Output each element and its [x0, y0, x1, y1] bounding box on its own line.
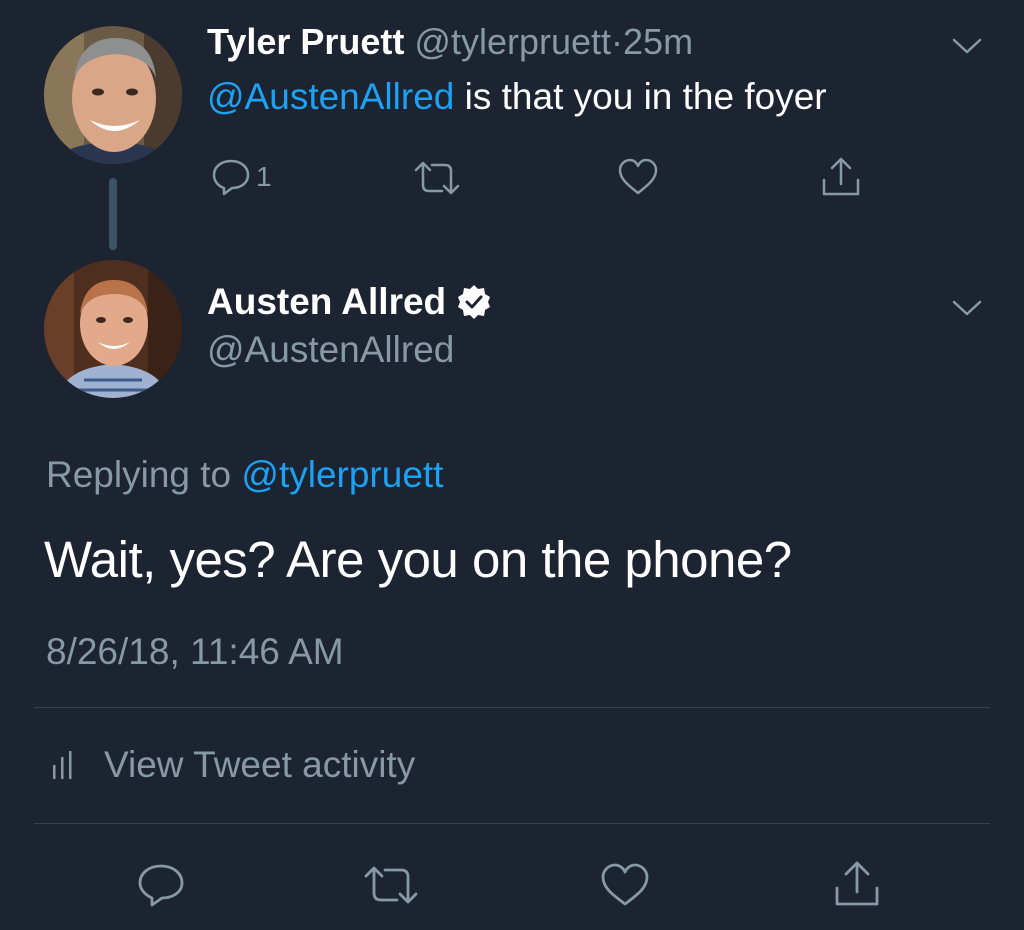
view-tweet-activity-link[interactable]: View Tweet activity [50, 740, 415, 790]
parent-reply-count: 1 [256, 161, 272, 192]
reply-icon [138, 864, 184, 907]
share-icon [835, 861, 879, 906]
thread-connector-line [109, 178, 117, 250]
parent-tweet-menu-button[interactable] [949, 28, 985, 64]
tweet-detail-screen: Tyler Pruett @tylerpruett·25m @AustenAll… [0, 0, 1024, 930]
retweet-icon [414, 161, 460, 195]
time-separator: · [611, 21, 624, 62]
replying-to-line: Replying to @tylerpruett [46, 452, 443, 498]
tyler-avatar[interactable] [44, 26, 182, 164]
austen-avatar[interactable] [44, 260, 182, 398]
like-icon [601, 863, 649, 906]
main-share-button[interactable] [832, 858, 882, 908]
parent-like-button[interactable] [616, 157, 660, 197]
parent-reply-button[interactable]: 1 [210, 157, 272, 197]
main-reply-button[interactable] [136, 862, 186, 908]
main-like-button[interactable] [599, 862, 651, 908]
main-author-name[interactable]: Austen Allred [207, 280, 446, 324]
main-retweet-button[interactable] [362, 862, 420, 908]
parent-share-button[interactable] [820, 154, 862, 198]
parent-tweet-time: 25m [623, 21, 694, 62]
like-icon [618, 158, 658, 195]
main-author-handle[interactable]: @AustenAllred [207, 328, 454, 372]
main-tweet-menu-button[interactable] [949, 290, 985, 326]
parent-tweet-body: is that you in the foyer [454, 76, 827, 117]
parent-author-name[interactable]: Tyler Pruett [207, 21, 404, 62]
divider-top [34, 707, 990, 708]
chevron-down-icon [952, 300, 982, 316]
bar-chart-icon [53, 751, 72, 779]
parent-mention-link[interactable]: @AustenAllred [207, 76, 454, 117]
parent-author-handle[interactable]: @tylerpruett [414, 21, 611, 62]
main-tweet-text: Wait, yes? Are you on the phone? [44, 531, 792, 588]
main-author-name-row: Austen Allred [207, 280, 492, 324]
replying-to-mention[interactable]: @tylerpruett [241, 454, 443, 495]
parent-tweet-text: @AustenAllred is that you in the foyer [207, 74, 827, 120]
verified-badge-icon [458, 285, 491, 319]
chevron-down-icon [952, 38, 982, 54]
parent-retweet-button[interactable] [412, 158, 462, 198]
view-tweet-activity-label: View Tweet activity [104, 744, 416, 785]
reply-icon [212, 159, 250, 196]
share-icon [822, 157, 860, 196]
divider-bottom [34, 823, 990, 824]
replying-prefix: Replying to [46, 454, 242, 495]
parent-tweet-header: Tyler Pruett @tylerpruett·25m [207, 20, 693, 64]
tweet-timestamp: 8/26/18, 11:46 AM [46, 631, 344, 672]
retweet-icon [364, 866, 418, 904]
